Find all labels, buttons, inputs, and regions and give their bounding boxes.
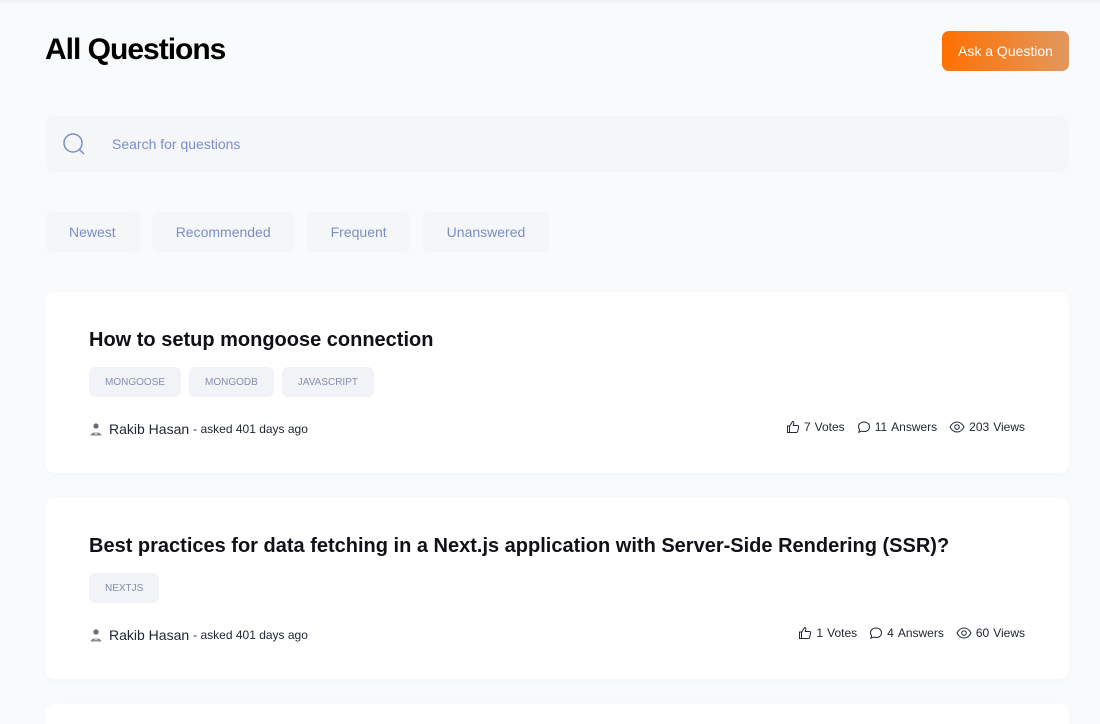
thumbs-up-icon [799, 626, 812, 639]
votes-metric: 7 Votes [786, 420, 845, 434]
avatar [90, 629, 102, 642]
votes-count: 1 [816, 626, 824, 640]
question-card [45, 704, 1069, 724]
filter-unanswered[interactable]: Unanswered [422, 212, 550, 252]
asked-time: - asked 401 days ago [193, 628, 308, 642]
ask-question-button[interactable]: Ask a Question [942, 31, 1069, 71]
answers-count: 4 [887, 626, 894, 640]
tag[interactable]: JAVASCRIPT [281, 367, 374, 397]
avatar [90, 423, 102, 436]
votes-label: Votes [814, 420, 845, 434]
search-input[interactable] [112, 116, 1012, 172]
question-title[interactable]: Best practices for data fetching in a Ne… [89, 535, 949, 558]
views-label: Views [993, 420, 1025, 434]
top-divider [0, 0, 1100, 3]
message-icon [870, 627, 883, 640]
question-tags: MONGOOSE MONGODB JAVASCRIPT [89, 367, 374, 397]
votes-label: Votes [827, 626, 858, 640]
eye-icon [949, 421, 965, 433]
question-author[interactable]: Rakib Hasan - asked 401 days ago [89, 627, 308, 643]
thumbs-up-icon [786, 420, 800, 433]
question-title[interactable]: How to setup mongoose connection [89, 329, 433, 352]
answers-label: Answers [897, 626, 944, 640]
answers-count: 11 [874, 420, 888, 434]
filter-frequent[interactable]: Frequent [306, 212, 411, 252]
message-icon [857, 421, 870, 434]
filter-recommended[interactable]: Recommended [151, 212, 295, 252]
question-author[interactable]: Rakib Hasan - asked 401 days ago [89, 421, 308, 437]
votes-count: 7 [803, 420, 811, 434]
tag[interactable]: MONGODB [189, 367, 274, 397]
views-metric: 60 Views [956, 626, 1025, 640]
question-card: How to setup mongoose connection MONGOOS… [45, 292, 1069, 473]
answers-metric: 11 Answers [857, 420, 937, 434]
asked-time: - asked 401 days ago [193, 422, 308, 436]
search-icon [63, 133, 85, 155]
page-title: All Questions [45, 33, 226, 66]
question-card: Best practices for data fetching in a Ne… [45, 498, 1069, 679]
tag[interactable]: MONGOOSE [89, 367, 182, 397]
filter-newest[interactable]: Newest [45, 212, 140, 252]
answers-label: Answers [891, 420, 938, 434]
views-count: 60 [975, 626, 990, 640]
question-metrics: 7 Votes 11 Answers 203 Views [786, 420, 1025, 434]
answers-metric: 4 Answers [869, 626, 944, 640]
question-tags: NEXTJS [89, 573, 160, 603]
author-name: Rakib Hasan [109, 627, 190, 643]
votes-metric: 1 Votes [798, 626, 857, 640]
tag[interactable]: NEXTJS [89, 573, 160, 603]
author-name: Rakib Hasan [109, 421, 190, 437]
search-bar[interactable] [45, 116, 1069, 172]
filter-tabs: Newest Recommended Frequent Unanswered [45, 212, 550, 252]
views-metric: 203 Views [949, 420, 1025, 434]
views-label: Views [993, 626, 1025, 640]
views-count: 203 [969, 420, 990, 434]
question-metrics: 1 Votes 4 Answers 60 Views [798, 626, 1025, 640]
eye-icon [956, 627, 972, 639]
